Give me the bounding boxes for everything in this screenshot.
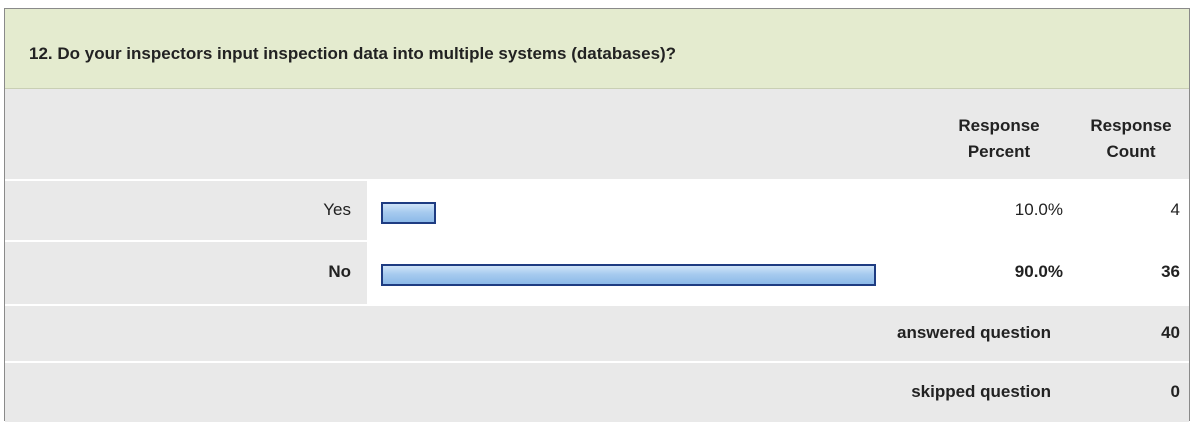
response-count-header: Response Count — [1071, 113, 1191, 165]
percent-value-no: 90.0% — [1014, 262, 1063, 281]
response-count-header-line1: Response — [1090, 116, 1172, 135]
bar-area-no: 90.0% — [367, 242, 1078, 304]
response-percent-header: Response Percent — [929, 113, 1069, 165]
response-percent-header-line1: Response — [958, 116, 1040, 135]
answer-label-no: No — [328, 262, 351, 281]
skipped-question-row: skipped question 0 — [5, 363, 1189, 422]
survey-question-panel: 12. Do your inspectors input inspection … — [4, 8, 1190, 422]
answered-question-label: answered question — [897, 323, 1051, 342]
skipped-question-label: skipped question — [911, 382, 1051, 401]
question-title: 12. Do your inspectors input inspection … — [29, 44, 677, 63]
count-cell-no: 36 — [1078, 242, 1189, 304]
bar-no — [381, 264, 876, 286]
count-value-yes: 4 — [1170, 200, 1180, 219]
bar-yes — [381, 202, 436, 224]
skipped-question-value: 0 — [1170, 382, 1180, 401]
bar-area-yes: 10.0% — [367, 181, 1078, 240]
column-header-row: Response Percent Response Count — [5, 89, 1189, 181]
count-value-no: 36 — [1161, 262, 1180, 281]
answered-question-value: 40 — [1161, 323, 1180, 342]
answer-row-no: No 90.0% 36 — [5, 242, 1189, 306]
answer-label-yes: Yes — [323, 200, 351, 219]
response-count-header-line2: Count — [1106, 142, 1156, 161]
percent-value-yes: 10.0% — [1014, 200, 1063, 219]
answer-row-yes: Yes 10.0% 4 — [5, 181, 1189, 242]
answered-question-row: answered question 40 — [5, 306, 1189, 363]
response-percent-header-line2: Percent — [967, 142, 1031, 161]
count-cell-yes: 4 — [1078, 181, 1189, 240]
question-title-bar: 12. Do your inspectors input inspection … — [5, 9, 1189, 89]
